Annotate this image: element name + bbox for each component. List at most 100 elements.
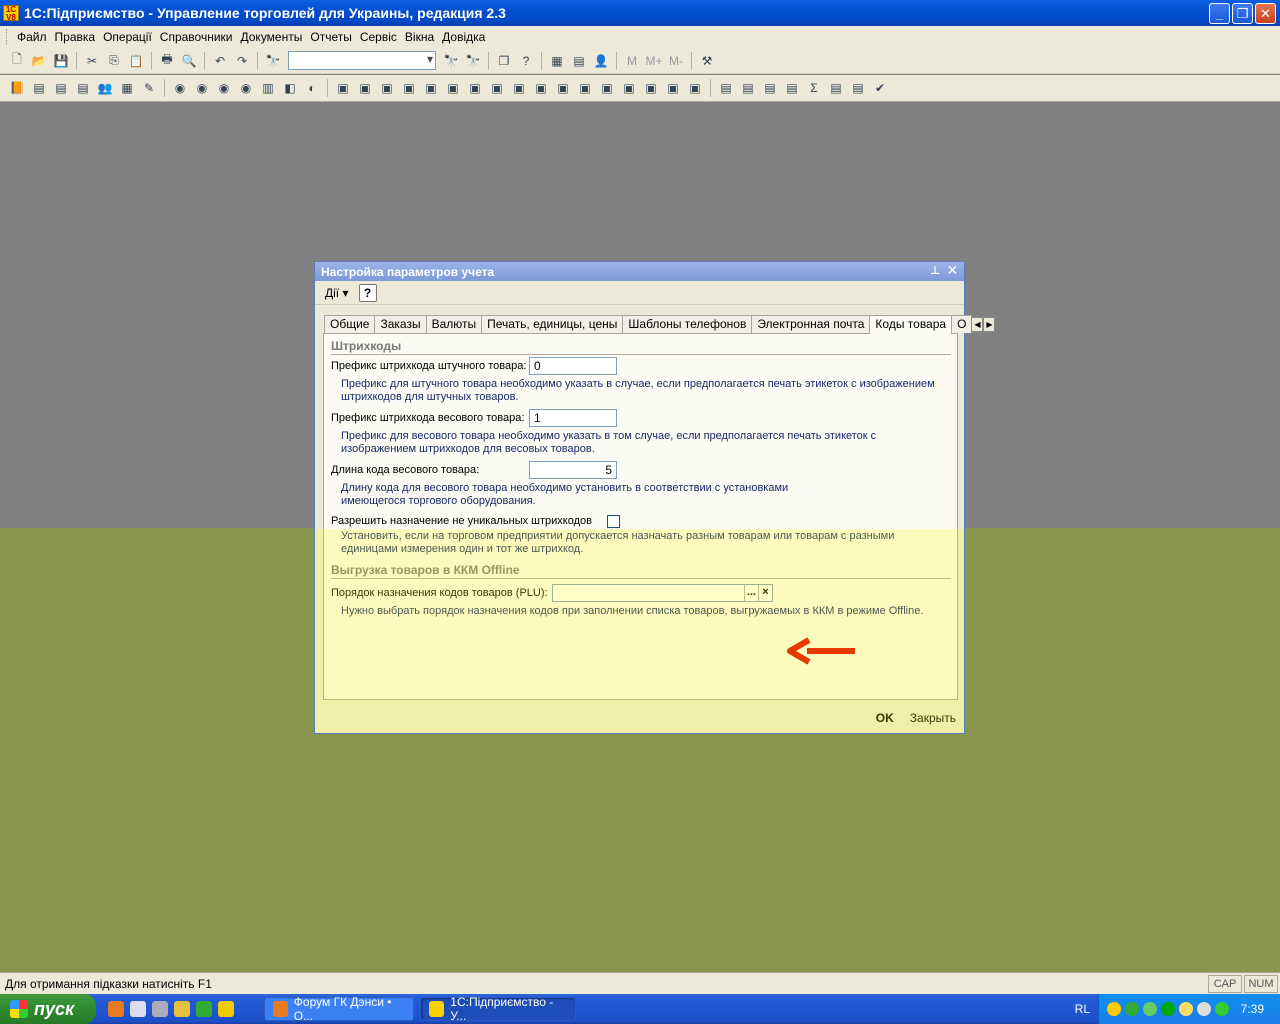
cut-icon[interactable]: ✂ [83, 52, 101, 70]
pin-icon[interactable]: ⊥ [930, 264, 940, 277]
doc-icon[interactable]: ▣ [356, 79, 374, 97]
doc-icon[interactable]: ▣ [378, 79, 396, 97]
paste-icon[interactable]: 📋 [127, 52, 145, 70]
find-icon[interactable]: 🔭 [264, 52, 282, 70]
doc-icon[interactable]: ▣ [686, 79, 704, 97]
tab-scroll-right-icon[interactable]: ▶ [983, 317, 996, 332]
task-1c[interactable]: 1С:Підприємство - У... [420, 995, 576, 1023]
save-icon[interactable]: 💾 [52, 52, 70, 70]
menu-reports[interactable]: Отчеты [306, 28, 355, 46]
grid-icon[interactable]: ▦ [118, 79, 136, 97]
doc-icon[interactable]: ▣ [510, 79, 528, 97]
find-next-icon[interactable]: 🔭 [442, 52, 460, 70]
doc-icon[interactable]: ▣ [334, 79, 352, 97]
order-icon[interactable]: ◉ [193, 79, 211, 97]
menu-catalogs[interactable]: Справочники [156, 28, 237, 46]
menu-documents[interactable]: Документы [237, 28, 307, 46]
dialog-close-icon[interactable]: ✕ [945, 263, 960, 278]
tab-more[interactable]: О [951, 315, 973, 333]
users-icon[interactable]: 👥 [96, 79, 114, 97]
open-icon[interactable]: 📂 [30, 52, 48, 70]
report-icon[interactable]: ▤ [783, 79, 801, 97]
catalog-icon[interactable]: 📙 [8, 79, 26, 97]
utorrent-icon[interactable] [196, 1001, 212, 1017]
tray-app-icon[interactable] [1179, 1002, 1193, 1016]
app-icon[interactable] [218, 1001, 234, 1017]
copy-icon[interactable]: ⎘ [105, 52, 123, 70]
menu-help[interactable]: Довідка [438, 28, 489, 46]
find-prev-icon[interactable]: 🔭 [464, 52, 482, 70]
report-icon[interactable]: ▤ [761, 79, 779, 97]
memory-minus-button[interactable]: M- [667, 52, 685, 70]
search-combo[interactable] [288, 51, 436, 70]
help-1c-icon[interactable]: ? [517, 52, 535, 70]
list-icon[interactable]: ▤ [74, 79, 92, 97]
print-preview-icon[interactable]: 🔍 [180, 52, 198, 70]
report-icon[interactable]: ▤ [827, 79, 845, 97]
order-icon[interactable]: ◉ [215, 79, 233, 97]
memory-m-button[interactable]: M [623, 52, 641, 70]
tab-phone-templates[interactable]: Шаблоны телефонов [622, 315, 753, 333]
doc-icon[interactable]: ▣ [466, 79, 484, 97]
tab-scroll-left-icon[interactable]: ◀ [971, 317, 984, 332]
menu-file[interactable]: Файл [13, 28, 51, 46]
redo-icon[interactable]: ↷ [233, 52, 251, 70]
tab-product-codes[interactable]: Коды товара [869, 315, 953, 334]
doc-icon[interactable]: ▣ [664, 79, 682, 97]
doc-icon[interactable]: ▣ [598, 79, 616, 97]
tab-print[interactable]: Печать, единицы, цены [481, 315, 624, 333]
tab-currencies[interactable]: Валюты [425, 315, 483, 333]
doc-icon[interactable]: ▣ [444, 79, 462, 97]
report-icon[interactable]: ▤ [739, 79, 757, 97]
report-icon[interactable]: ▤ [849, 79, 867, 97]
list-icon[interactable]: ▤ [30, 79, 48, 97]
doc-icon[interactable]: ▣ [400, 79, 418, 97]
report-icon[interactable]: ▤ [717, 79, 735, 97]
undo-icon[interactable]: ↶ [211, 52, 229, 70]
calculator-icon[interactable]: ▦ [548, 52, 566, 70]
doc-icon[interactable]: ▣ [576, 79, 594, 97]
list-icon[interactable]: ▤ [52, 79, 70, 97]
security-icon[interactable] [1107, 1002, 1121, 1016]
order-icon[interactable]: ◉ [237, 79, 255, 97]
network-icon[interactable] [1143, 1002, 1157, 1016]
allow-nonunique-checkbox[interactable] [607, 515, 620, 528]
notepad-icon[interactable] [152, 1001, 168, 1017]
plu-clear-button[interactable]: × [758, 585, 772, 601]
doc-icon[interactable]: ▣ [488, 79, 506, 97]
sum-icon[interactable]: Σ [805, 79, 823, 97]
edit-icon[interactable]: ✎ [140, 79, 158, 97]
firefox-icon[interactable] [108, 1001, 124, 1017]
menu-service[interactable]: Сервіс [356, 28, 401, 46]
menu-operations[interactable]: Операції [99, 28, 156, 46]
folder-icon[interactable] [174, 1001, 190, 1017]
tray-app-icon[interactable] [1215, 1002, 1229, 1016]
tools-icon[interactable]: ⚒ [698, 52, 716, 70]
piece-prefix-input[interactable]: 0 [529, 357, 617, 375]
doc-icon[interactable]: ▣ [620, 79, 638, 97]
memory-plus-button[interactable]: M+ [645, 52, 663, 70]
tab-email[interactable]: Электронная почта [751, 315, 871, 333]
doc-icon[interactable]: ▣ [532, 79, 550, 97]
menu-edit[interactable]: Правка [51, 28, 100, 46]
plu-select-button[interactable]: ... [744, 585, 758, 601]
explorer-icon[interactable] [130, 1001, 146, 1017]
restore-button[interactable]: ❐ [1232, 3, 1253, 24]
close-button[interactable]: ✕ [1255, 3, 1276, 24]
menu-windows[interactable]: Вікна [401, 28, 438, 46]
doc-icon[interactable]: ▣ [554, 79, 572, 97]
minimize-button[interactable]: _ [1209, 3, 1230, 24]
utorrent-tray-icon[interactable] [1125, 1002, 1139, 1016]
shipment-icon[interactable]: ◧ [281, 79, 299, 97]
doc-icon[interactable]: ▣ [642, 79, 660, 97]
start-button[interactable]: пуск [0, 994, 96, 1024]
money-icon[interactable]: ◐ [303, 79, 321, 97]
print-icon[interactable]: 🖶 [158, 52, 176, 70]
language-indicator[interactable]: RL [1075, 1002, 1090, 1016]
warehouse-icon[interactable]: ▥ [259, 79, 277, 97]
icq-icon[interactable] [1161, 1002, 1175, 1016]
windows-icon[interactable]: ❐ [495, 52, 513, 70]
weight-prefix-input[interactable]: 1 [529, 409, 617, 427]
doc-icon[interactable]: ▣ [422, 79, 440, 97]
order-icon[interactable]: ◉ [171, 79, 189, 97]
